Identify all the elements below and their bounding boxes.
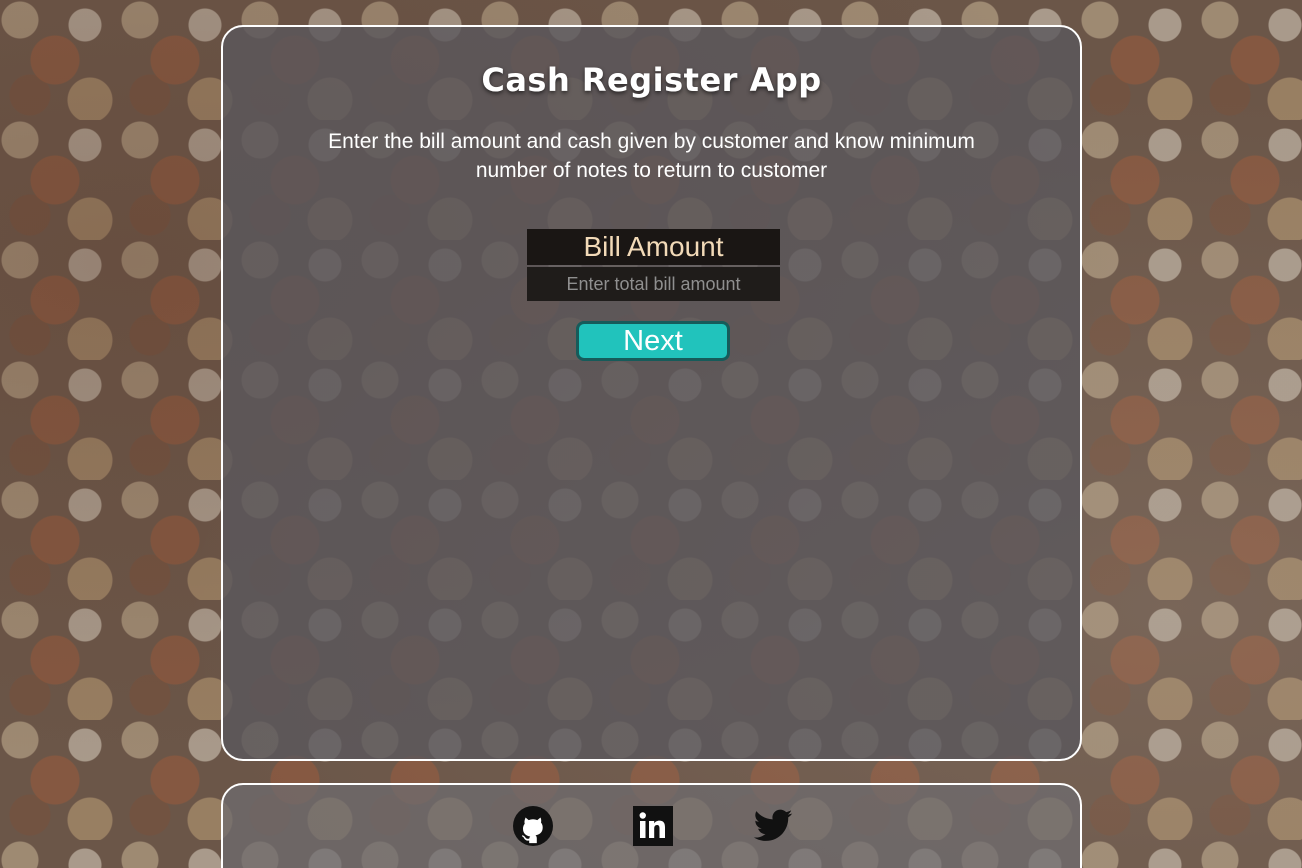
linkedin-link[interactable] bbox=[632, 805, 674, 847]
github-link[interactable] bbox=[512, 805, 554, 847]
page-title: Cash Register App bbox=[481, 61, 822, 99]
bill-amount-field: Bill Amount bbox=[527, 229, 780, 301]
next-button[interactable]: Next bbox=[576, 321, 730, 361]
linkedin-icon bbox=[633, 806, 673, 846]
app-description: Enter the bill amount and cash given by … bbox=[328, 130, 975, 182]
footer bbox=[221, 783, 1082, 868]
bill-amount-input[interactable] bbox=[527, 267, 780, 301]
bill-amount-label: Bill Amount bbox=[527, 229, 780, 265]
github-icon bbox=[513, 806, 553, 846]
twitter-icon bbox=[753, 809, 793, 841]
twitter-link[interactable] bbox=[752, 805, 794, 847]
main-card: Cash Register App Enter the bill amount … bbox=[221, 25, 1082, 761]
